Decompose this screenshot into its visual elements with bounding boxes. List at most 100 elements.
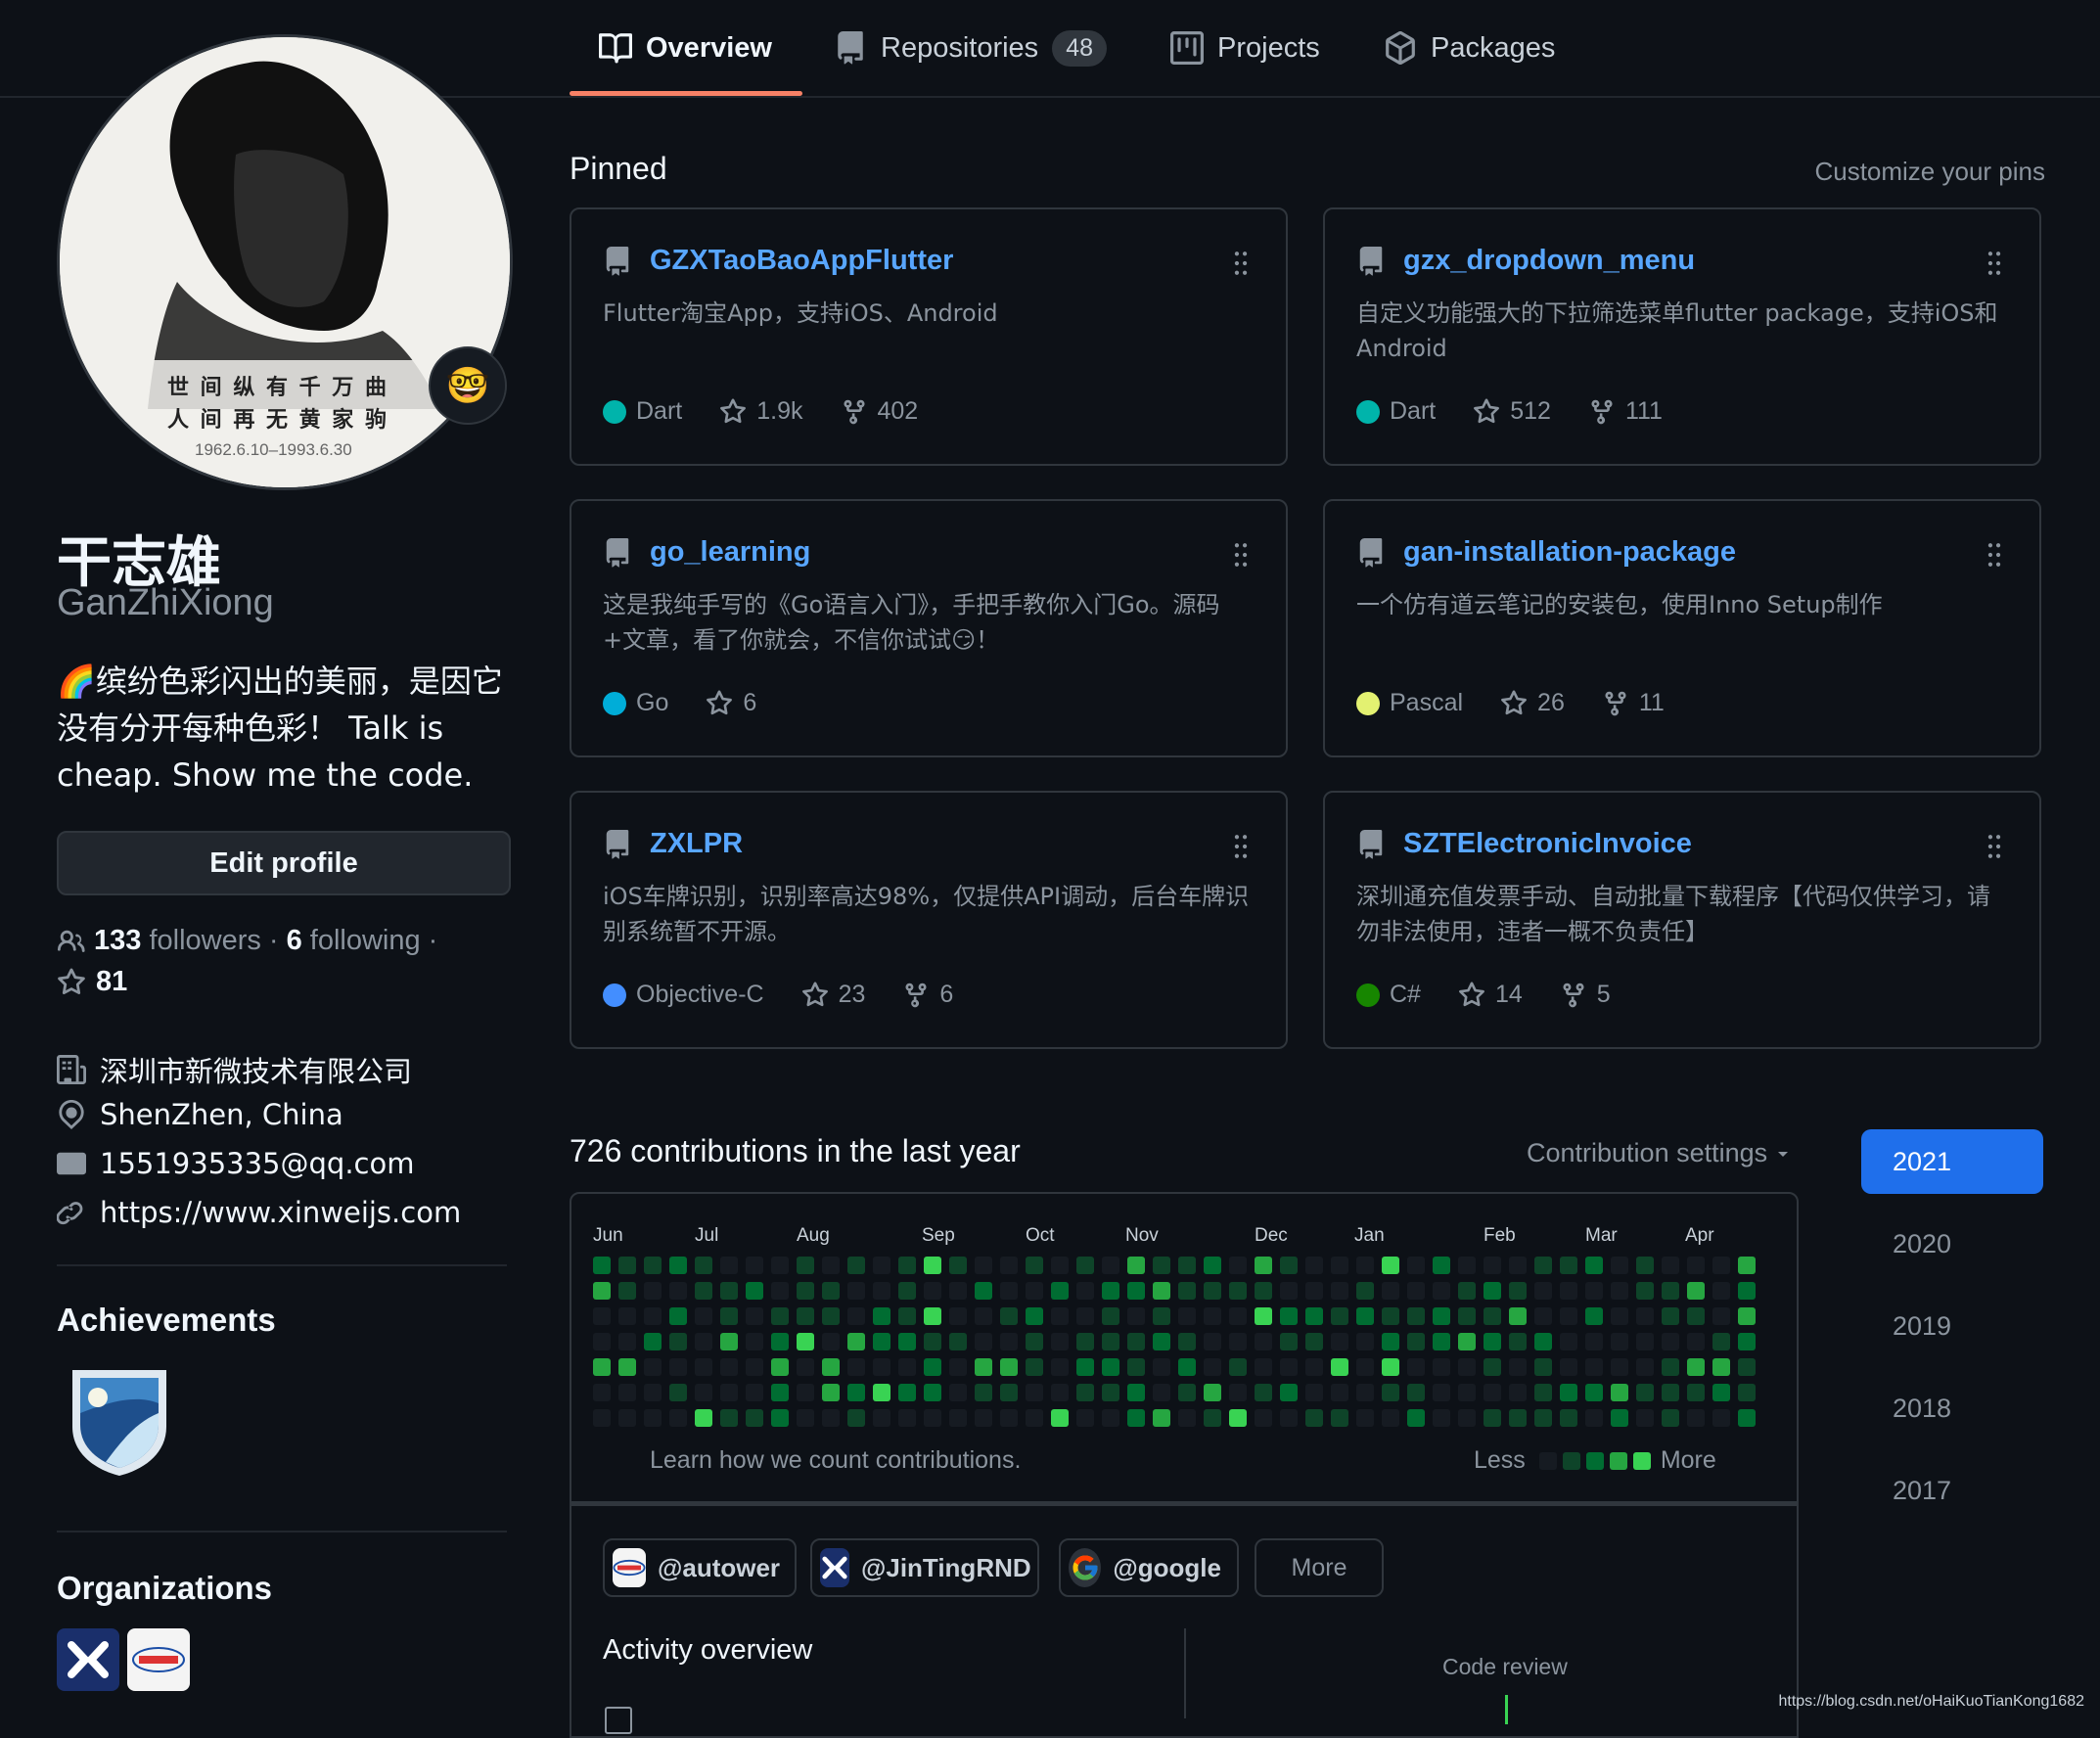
contribution-day[interactable] [1458, 1358, 1476, 1376]
contribution-day[interactable] [644, 1307, 662, 1325]
contribution-day[interactable] [797, 1358, 814, 1376]
tab-overview[interactable]: Overview [599, 0, 772, 96]
contribution-day[interactable] [1000, 1409, 1018, 1427]
contribution-day[interactable] [847, 1307, 865, 1325]
stargazers-link[interactable]: 23 [801, 981, 865, 1009]
tab-projects[interactable]: Projects [1170, 0, 1320, 96]
contribution-day[interactable] [1662, 1282, 1679, 1300]
contribution-day[interactable] [797, 1409, 814, 1427]
contribution-day[interactable] [949, 1358, 967, 1376]
contribution-day[interactable] [1331, 1333, 1348, 1350]
contribution-day[interactable] [822, 1307, 840, 1325]
contribution-day[interactable] [1433, 1282, 1450, 1300]
contribution-day[interactable] [822, 1409, 840, 1427]
contribution-day[interactable] [1611, 1409, 1628, 1427]
contribution-day[interactable] [1076, 1257, 1094, 1274]
contribution-day[interactable] [771, 1333, 789, 1350]
contribution-day[interactable] [1178, 1409, 1196, 1427]
drag-handle-icon[interactable] [1985, 542, 2004, 568]
contribution-day[interactable] [1051, 1282, 1069, 1300]
contribution-day[interactable] [1611, 1307, 1628, 1325]
contribution-day[interactable] [873, 1384, 890, 1401]
contribution-day[interactable] [746, 1282, 763, 1300]
avatar[interactable]: 世 间 纵 有 千 万 曲 人 间 再 无 黄 家 驹 1962.6.10–19… [57, 34, 513, 490]
contribution-day[interactable] [797, 1282, 814, 1300]
contribution-day[interactable] [720, 1358, 738, 1376]
followers-link[interactable]: 133 followers [94, 925, 261, 957]
contribution-day[interactable] [1026, 1307, 1043, 1325]
contribution-day[interactable] [1102, 1333, 1119, 1350]
contribution-day[interactable] [873, 1358, 890, 1376]
contribution-day[interactable] [593, 1333, 611, 1350]
contribution-day[interactable] [1255, 1282, 1272, 1300]
contribution-day[interactable] [593, 1282, 611, 1300]
contribution-day[interactable] [898, 1307, 916, 1325]
contribution-day[interactable] [618, 1282, 636, 1300]
contribution-day[interactable] [1000, 1358, 1018, 1376]
contribution-day[interactable] [1000, 1257, 1018, 1274]
contribution-day[interactable] [1560, 1358, 1577, 1376]
contribution-day[interactable] [975, 1333, 992, 1350]
contribution-day[interactable] [1509, 1409, 1527, 1427]
contribution-day[interactable] [873, 1409, 890, 1427]
contribution-day[interactable] [1356, 1282, 1374, 1300]
status-emoji-button[interactable]: 🤓 [429, 346, 507, 425]
contribution-day[interactable] [669, 1409, 687, 1427]
contribution-day[interactable] [1458, 1333, 1476, 1350]
contribution-day[interactable] [1382, 1333, 1399, 1350]
contribution-day[interactable] [822, 1333, 840, 1350]
contribution-day[interactable] [618, 1409, 636, 1427]
contribution-day[interactable] [1509, 1358, 1527, 1376]
contribution-day[interactable] [669, 1307, 687, 1325]
contribution-day[interactable] [695, 1307, 712, 1325]
contribution-day[interactable] [1153, 1257, 1170, 1274]
contribution-day[interactable] [720, 1409, 738, 1427]
contribution-day[interactable] [1127, 1358, 1145, 1376]
contribution-day[interactable] [644, 1282, 662, 1300]
contribution-day[interactable] [1356, 1409, 1374, 1427]
contribution-day[interactable] [1000, 1282, 1018, 1300]
contribution-day[interactable] [1687, 1282, 1705, 1300]
contribution-day[interactable] [1153, 1307, 1170, 1325]
year-link-2017[interactable]: 2017 [1861, 1458, 2043, 1523]
contribution-day[interactable] [898, 1257, 916, 1274]
contribution-day[interactable] [1356, 1333, 1374, 1350]
contribution-day[interactable] [1484, 1409, 1501, 1427]
drag-handle-icon[interactable] [1985, 834, 2004, 859]
contribution-day[interactable] [771, 1282, 789, 1300]
contribution-day[interactable] [898, 1333, 916, 1350]
contribution-day[interactable] [720, 1282, 738, 1300]
contribution-day[interactable] [1051, 1307, 1069, 1325]
contribution-day[interactable] [618, 1333, 636, 1350]
pinned-repo-name[interactable]: go_learning [650, 536, 810, 569]
drag-handle-icon[interactable] [1231, 542, 1251, 568]
contribution-day[interactable] [1458, 1409, 1476, 1427]
contribution-day[interactable] [1407, 1333, 1425, 1350]
contribution-day[interactable] [669, 1282, 687, 1300]
contribution-day[interactable] [771, 1384, 789, 1401]
contribution-day[interactable] [1076, 1333, 1094, 1350]
contribution-day[interactable] [1331, 1282, 1348, 1300]
org-filter-google[interactable]: @google [1059, 1538, 1239, 1597]
contribution-day[interactable] [1076, 1307, 1094, 1325]
contribution-day[interactable] [1051, 1409, 1069, 1427]
contribution-day[interactable] [949, 1409, 967, 1427]
contribution-day[interactable] [1407, 1307, 1425, 1325]
contribution-day[interactable] [949, 1384, 967, 1401]
contribution-day[interactable] [1026, 1333, 1043, 1350]
contribution-day[interactable] [898, 1409, 916, 1427]
pinned-repo-name[interactable]: GZXTaoBaoAppFlutter [650, 245, 953, 277]
contribution-day[interactable] [797, 1384, 814, 1401]
contribution-day[interactable] [1178, 1333, 1196, 1350]
customize-pins-link[interactable]: Customize your pins [1814, 157, 2045, 187]
contribution-day[interactable] [1356, 1358, 1374, 1376]
pinned-repo-name[interactable]: ZXLPR [650, 828, 743, 860]
contribution-day[interactable] [1484, 1333, 1501, 1350]
contribution-day[interactable] [1407, 1358, 1425, 1376]
contribution-day[interactable] [593, 1358, 611, 1376]
org-autower-avatar[interactable] [127, 1628, 190, 1691]
contribution-day[interactable] [1534, 1257, 1552, 1274]
contribution-day[interactable] [618, 1384, 636, 1401]
contribution-day[interactable] [975, 1257, 992, 1274]
contribution-day[interactable] [1026, 1409, 1043, 1427]
